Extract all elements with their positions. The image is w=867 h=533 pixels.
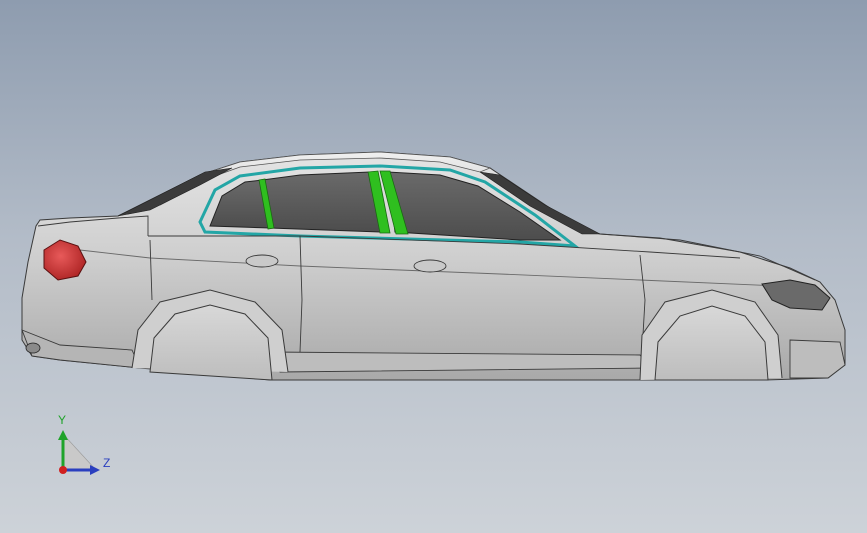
graphics-viewport[interactable]: Y Z: [0, 0, 867, 533]
rocker-panel: [269, 351, 651, 373]
front-door-handle: [413, 259, 447, 273]
car-model[interactable]: [0, 0, 867, 533]
triad-plane-icon: [62, 433, 97, 471]
front-bumper: [789, 339, 846, 379]
z-axis-arrow-icon: [90, 465, 100, 475]
y-axis-label: Y: [58, 413, 67, 427]
y-axis-arrow-icon: [58, 430, 68, 440]
coordinate-triad: Y Z: [48, 412, 118, 482]
rear-door-window: [261, 171, 381, 233]
rear-door-handle: [245, 254, 279, 268]
z-axis-label: Z: [103, 456, 111, 470]
origin-dot-icon: [59, 466, 67, 474]
exhaust-tip: [25, 342, 41, 354]
